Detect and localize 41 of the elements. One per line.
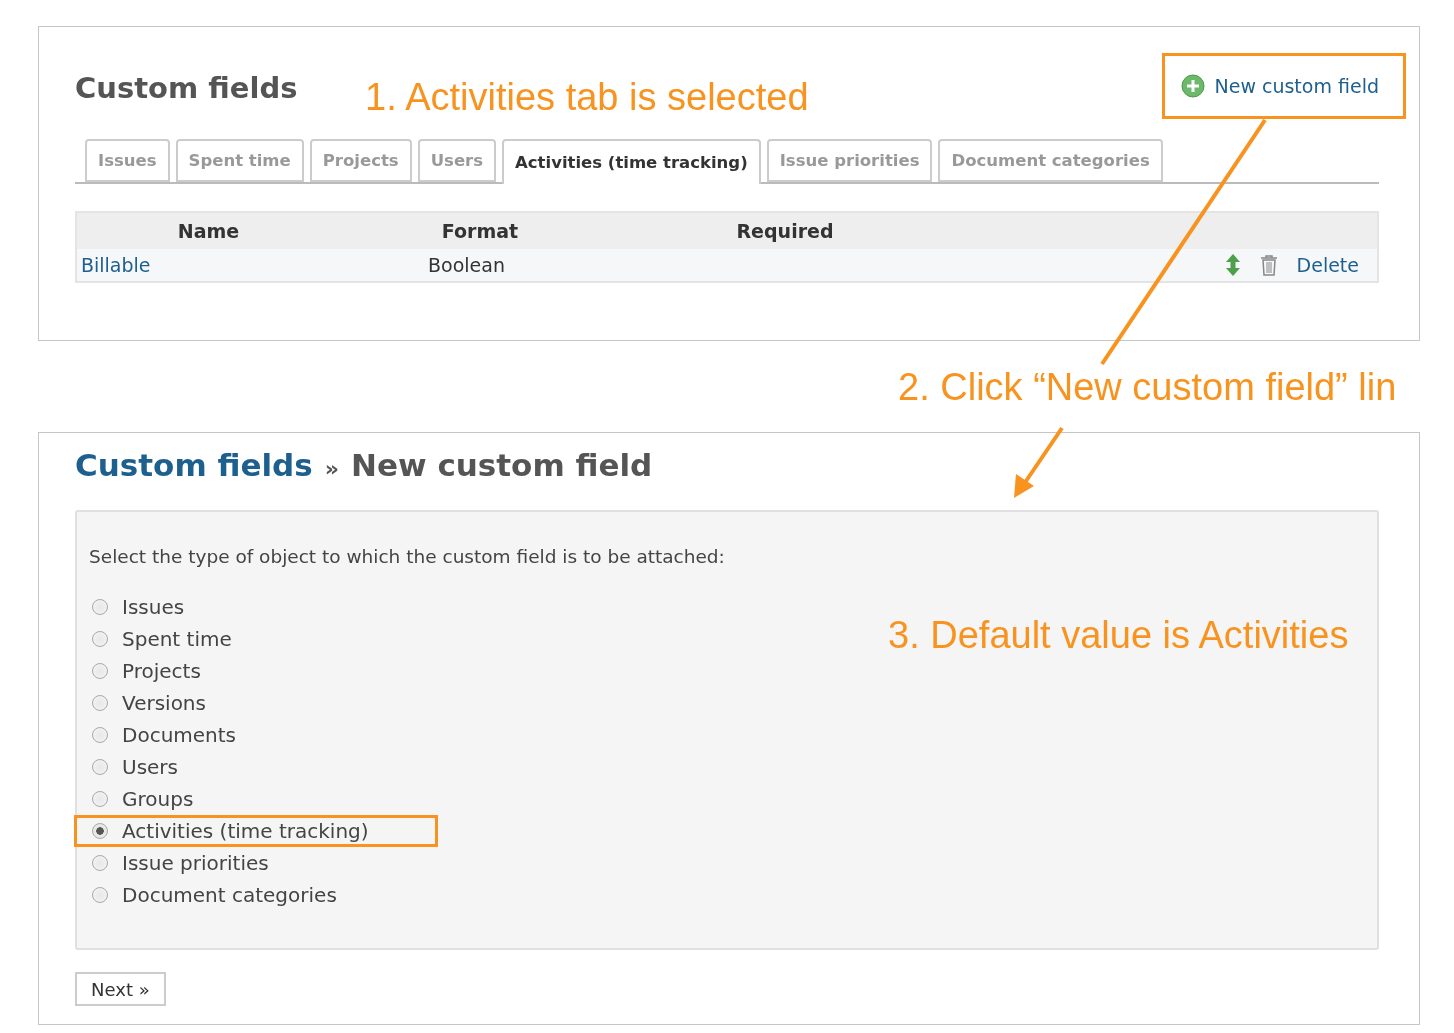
page-title: Custom fields xyxy=(75,71,298,105)
radio-button[interactable] xyxy=(92,791,108,807)
page-title: New custom field xyxy=(351,447,653,483)
add-icon xyxy=(1180,74,1205,98)
radio-button[interactable] xyxy=(92,599,108,615)
form-prompt: Select the type of object to which the custom field is to be attached: xyxy=(89,546,726,567)
radio-button[interactable] xyxy=(92,695,108,711)
new-custom-field-link[interactable]: New custom field xyxy=(1214,75,1379,97)
radio-button[interactable] xyxy=(92,631,108,647)
radio-button[interactable] xyxy=(92,887,108,903)
radio-option[interactable]: Activities (time tracking) xyxy=(74,815,438,847)
next-button[interactable]: Next » xyxy=(75,972,166,1006)
breadcrumb-link[interactable]: Custom fields xyxy=(75,447,313,483)
radio-option[interactable]: Groups xyxy=(74,783,197,815)
arrow xyxy=(1014,426,1064,498)
radio-option[interactable]: Spent time xyxy=(74,623,235,655)
radio-button[interactable] xyxy=(92,855,108,871)
trash-icon[interactable] xyxy=(1258,254,1279,276)
radio-option[interactable]: Issue priorities xyxy=(74,847,272,879)
column-header: Format xyxy=(440,220,520,242)
radio-button[interactable] xyxy=(92,823,108,839)
radio-option[interactable]: Issues xyxy=(74,591,188,623)
radio-button[interactable] xyxy=(92,663,108,679)
annotation-text: 2. Click “New custom field” lin xyxy=(898,366,1397,409)
radio-button[interactable] xyxy=(92,759,108,775)
radio-option[interactable]: Users xyxy=(74,751,181,783)
annotation-text: 1. Activities tab is selected xyxy=(365,76,809,119)
breadcrumb-separator: » xyxy=(324,456,339,481)
up-down-arrow-icon[interactable] xyxy=(1224,253,1241,277)
field-name-link[interactable]: Billable xyxy=(81,254,151,276)
annotation-text: 3. Default value is Activities xyxy=(888,614,1349,657)
column-header: Name xyxy=(176,220,241,242)
table-cell-text: Boolean xyxy=(427,254,506,276)
radio-option[interactable]: Versions xyxy=(74,687,209,719)
column-header: Required xyxy=(735,220,835,242)
radio-button[interactable] xyxy=(92,727,108,743)
radio-option[interactable]: Projects xyxy=(74,655,204,687)
delete-link[interactable]: Delete xyxy=(1296,254,1359,276)
tab[interactable]: Activities (time tracking) xyxy=(502,139,761,184)
radio-option[interactable]: Documents xyxy=(74,719,240,751)
radio-option[interactable]: Document categories xyxy=(74,879,340,911)
